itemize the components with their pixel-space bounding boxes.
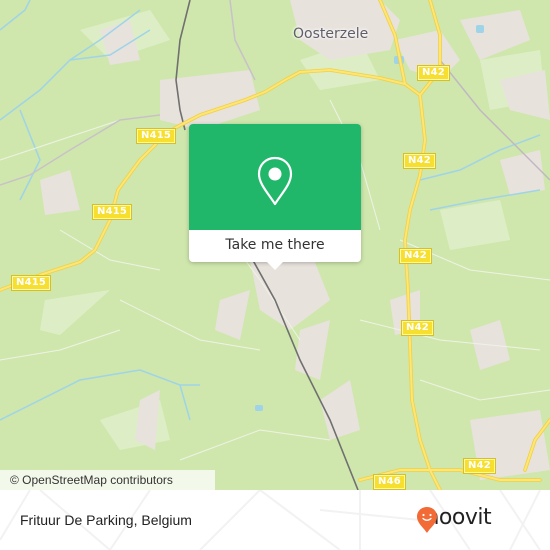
footer-bar: Frituur De Parking, Belgium moovit (0, 490, 550, 550)
road-label-n42: N42 (417, 65, 450, 81)
map-pin-icon (257, 156, 293, 206)
take-me-there-button[interactable]: Take me there (189, 230, 361, 262)
road-label-n46: N46 (373, 474, 406, 490)
secondary-road-north (229, 0, 256, 81)
popup-header (189, 124, 361, 230)
road-label-n42: N42 (399, 248, 432, 264)
popup-pointer (267, 262, 283, 270)
place-name: Frituur De Parking, Belgium (20, 512, 192, 528)
road-label-n415: N415 (135, 128, 177, 144)
moovit-pin-icon (417, 507, 437, 533)
road-label-n42: N42 (401, 320, 434, 336)
moovit-logo[interactable]: moovit (416, 506, 492, 533)
map-attribution[interactable]: © OpenStreetMap contributors (0, 470, 215, 490)
road-label-n415: N415 (91, 204, 133, 220)
secondary-road (0, 114, 161, 186)
location-popup: Take me there (189, 124, 361, 270)
road-label-n42: N42 (403, 153, 436, 169)
road-label-n415: N415 (10, 275, 52, 291)
map-view[interactable]: Oosterzele N415 N415 N415 N42 N42 N42 N4… (0, 0, 550, 490)
road-label-n42: N42 (463, 458, 496, 474)
place-label-oosterzele: Oosterzele (293, 26, 369, 42)
